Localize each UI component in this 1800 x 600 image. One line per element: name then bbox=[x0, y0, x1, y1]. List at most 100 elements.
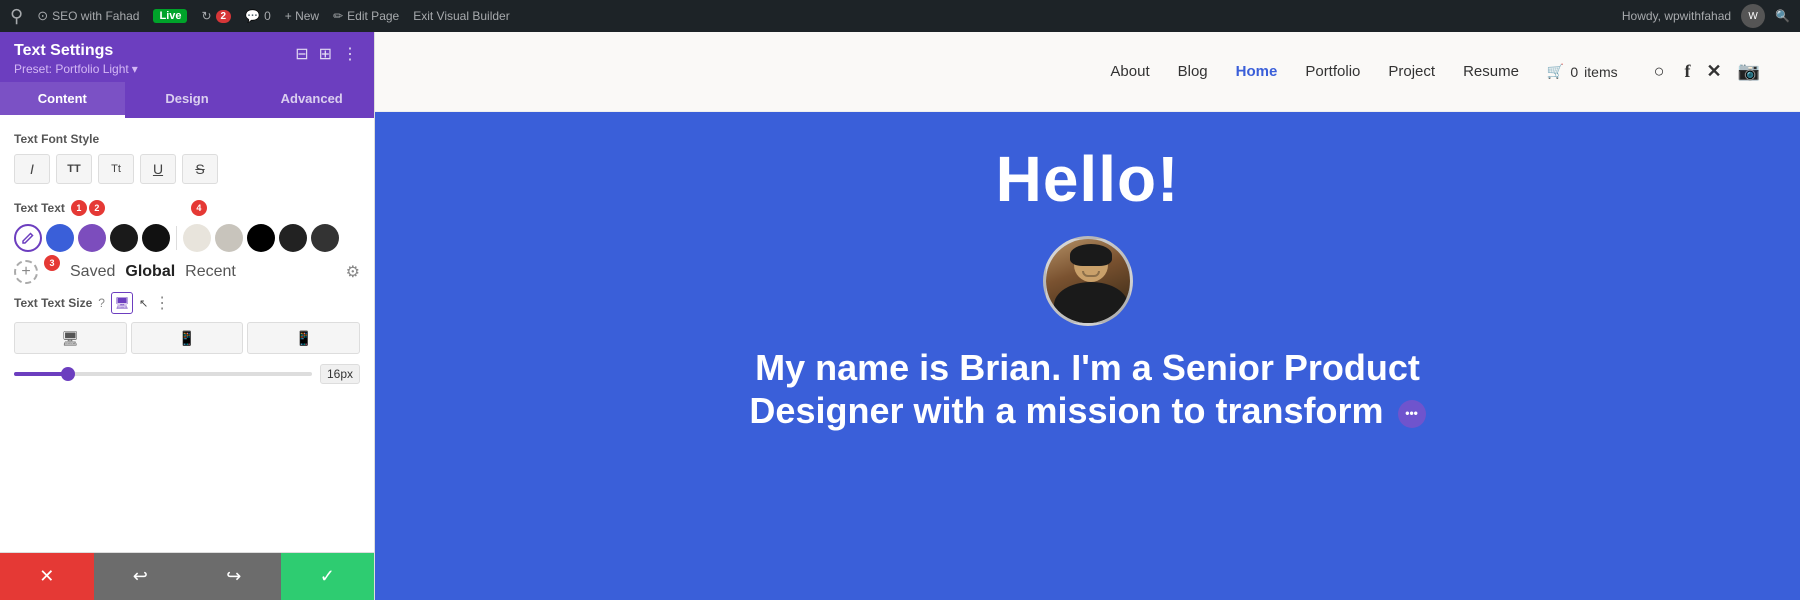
website-area: About Blog Home Portfolio Project Resume… bbox=[375, 32, 1800, 600]
live-badge-item[interactable]: Live bbox=[153, 9, 187, 23]
more-options-icon[interactable]: ⋮ bbox=[154, 293, 170, 313]
updates-item[interactable]: ↻ 2 bbox=[201, 9, 231, 23]
global-link[interactable]: Global bbox=[125, 263, 175, 281]
color-swatch-dark2[interactable] bbox=[142, 224, 170, 252]
nav-link-blog[interactable]: Blog bbox=[1178, 63, 1208, 80]
panel-header-info: Text Settings Preset: Portfolio Light ▾ bbox=[14, 42, 138, 76]
color-divider bbox=[176, 226, 177, 250]
badge-4: 4 bbox=[191, 200, 207, 216]
slider-value[interactable]: 16px bbox=[320, 364, 360, 384]
strikethrough-button[interactable]: S bbox=[182, 154, 218, 184]
cart-icon: 🛒 bbox=[1547, 63, 1564, 80]
user-avatar-icon: W bbox=[1741, 4, 1765, 28]
capitalize-button[interactable]: Tt bbox=[98, 154, 134, 184]
italic-button[interactable]: I bbox=[14, 154, 50, 184]
panel-preset[interactable]: Preset: Portfolio Light ▾ bbox=[14, 62, 138, 76]
redo-icon: ↪ bbox=[226, 566, 241, 587]
badge-1: 1 bbox=[71, 200, 87, 216]
comments-item[interactable]: 💬 0 bbox=[245, 9, 271, 23]
nav-link-project[interactable]: Project bbox=[1388, 63, 1435, 80]
tab-design[interactable]: Design bbox=[125, 82, 250, 118]
search-icon[interactable]: 🔍 bbox=[1775, 9, 1790, 23]
panel-header-icons: ⊟ ⊞ ⋮ bbox=[293, 42, 360, 66]
nav-link-resume[interactable]: Resume bbox=[1463, 63, 1519, 80]
recent-link[interactable]: Recent bbox=[185, 263, 236, 281]
hero-section: Hello! My name is Brian. I'm a Senior Pr… bbox=[375, 112, 1800, 600]
cart-item[interactable]: 🛒 0 items bbox=[1547, 63, 1618, 80]
gear-icon[interactable]: ⚙ bbox=[346, 262, 360, 282]
nav-link-home[interactable]: Home bbox=[1236, 63, 1278, 80]
color-swatch-black2[interactable] bbox=[279, 224, 307, 252]
undo-button[interactable]: ↩ bbox=[94, 553, 188, 600]
desktop-button[interactable]: 🖥 bbox=[14, 322, 127, 354]
slider-thumb[interactable] bbox=[61, 367, 75, 381]
edit-page-item[interactable]: ✏ Edit Page bbox=[333, 9, 399, 23]
nav-link-about[interactable]: About bbox=[1110, 63, 1149, 80]
slider-row: 16px bbox=[14, 364, 360, 384]
panel-menu-button[interactable]: ⋮ bbox=[340, 42, 360, 66]
uppercase-button[interactable]: TT bbox=[56, 154, 92, 184]
site-nav: About Blog Home Portfolio Project Resume… bbox=[375, 32, 1800, 112]
color-swatch-blue[interactable] bbox=[46, 224, 74, 252]
color-swatch-dark1[interactable] bbox=[110, 224, 138, 252]
slider-track[interactable] bbox=[14, 372, 312, 376]
panel-header: Text Settings Preset: Portfolio Light ▾ … bbox=[0, 32, 374, 82]
site-name-item[interactable]: ⊙ SEO with Fahad bbox=[37, 8, 139, 24]
device-icon-button[interactable]: 🖥 bbox=[111, 292, 133, 314]
nav-links: About Blog Home Portfolio Project Resume… bbox=[1110, 61, 1664, 82]
instagram-icon[interactable]: 📷 bbox=[1738, 61, 1760, 82]
admin-bar-right: Howdy, wpwithfahad W 🔍 bbox=[1622, 4, 1790, 28]
color-swatch-purple[interactable] bbox=[78, 224, 106, 252]
help-icon[interactable]: ? bbox=[98, 296, 105, 310]
text-size-header: Text Text Size ? 🖥 ↖ ⋮ bbox=[14, 292, 360, 314]
hero-title: Hello! bbox=[996, 142, 1180, 216]
device-row: 🖥 📱 📱 bbox=[14, 322, 360, 354]
color-swatch-darkgray[interactable] bbox=[311, 224, 339, 252]
tablet-button[interactable]: 📱 bbox=[131, 322, 244, 354]
panel-expand-button[interactable]: ⊞ bbox=[317, 42, 334, 66]
cursor-icon[interactable]: ↖ bbox=[139, 297, 148, 310]
color-label-text: Text Text 1 2 4 bbox=[14, 200, 207, 216]
wp-logo-item[interactable]: ⚲ bbox=[10, 6, 23, 27]
preset-label: Preset: Portfolio Light bbox=[14, 62, 129, 76]
cancel-button[interactable]: ✕ bbox=[0, 553, 94, 600]
mobile-button[interactable]: 📱 bbox=[247, 322, 360, 354]
cart-items-label: items bbox=[1584, 64, 1617, 80]
badge-2: 2 bbox=[89, 200, 105, 216]
color-row bbox=[14, 224, 360, 252]
main-layout: Text Settings Preset: Portfolio Light ▾ … bbox=[0, 32, 1800, 600]
new-item[interactable]: + New bbox=[285, 9, 319, 23]
sidebar-panel: Text Settings Preset: Portfolio Light ▾ … bbox=[0, 32, 375, 600]
new-label: + New bbox=[285, 9, 319, 23]
chevron-down-icon: ▾ bbox=[132, 62, 138, 76]
color-swatch-light2[interactable] bbox=[215, 224, 243, 252]
search-icon[interactable]: ○ bbox=[1654, 61, 1665, 82]
panel-tabs: Content Design Advanced bbox=[0, 82, 374, 118]
color-section-label: Text Text 1 2 4 bbox=[14, 200, 360, 216]
edit-page-label: Edit Page bbox=[347, 9, 399, 23]
tablet-icon: 📱 bbox=[178, 330, 195, 347]
redo-button[interactable]: ↪ bbox=[187, 553, 281, 600]
admin-bar: ⚲ ⊙ SEO with Fahad Live ↻ 2 💬 0 + New ✏ … bbox=[0, 0, 1800, 32]
hero-avatar bbox=[1043, 236, 1133, 326]
color-swatch-black1[interactable] bbox=[247, 224, 275, 252]
tab-content[interactable]: Content bbox=[0, 82, 125, 118]
underline-button[interactable]: U bbox=[140, 154, 176, 184]
twitter-x-icon[interactable]: ✕ bbox=[1706, 61, 1721, 82]
nav-link-portfolio[interactable]: Portfolio bbox=[1305, 63, 1360, 80]
panel-minimize-button[interactable]: ⊟ bbox=[293, 42, 310, 66]
font-style-label: Text Font Style bbox=[14, 132, 360, 146]
facebook-icon[interactable]: f bbox=[1684, 61, 1690, 82]
saved-link[interactable]: Saved bbox=[70, 263, 115, 281]
save-button[interactable]: ✓ bbox=[281, 553, 375, 600]
color-swatch-light1[interactable] bbox=[183, 224, 211, 252]
live-badge: Live bbox=[153, 9, 187, 23]
tab-advanced[interactable]: Advanced bbox=[249, 82, 374, 118]
comments-icon: 💬 bbox=[245, 9, 260, 23]
mobile-icon: 📱 bbox=[295, 330, 312, 347]
cart-count: 0 bbox=[1570, 64, 1578, 80]
add-color-button[interactable]: + bbox=[14, 260, 38, 284]
exit-builder-item[interactable]: Exit Visual Builder bbox=[413, 9, 510, 23]
color-edit-button[interactable] bbox=[14, 224, 42, 252]
badge-3: 3 bbox=[44, 255, 60, 271]
